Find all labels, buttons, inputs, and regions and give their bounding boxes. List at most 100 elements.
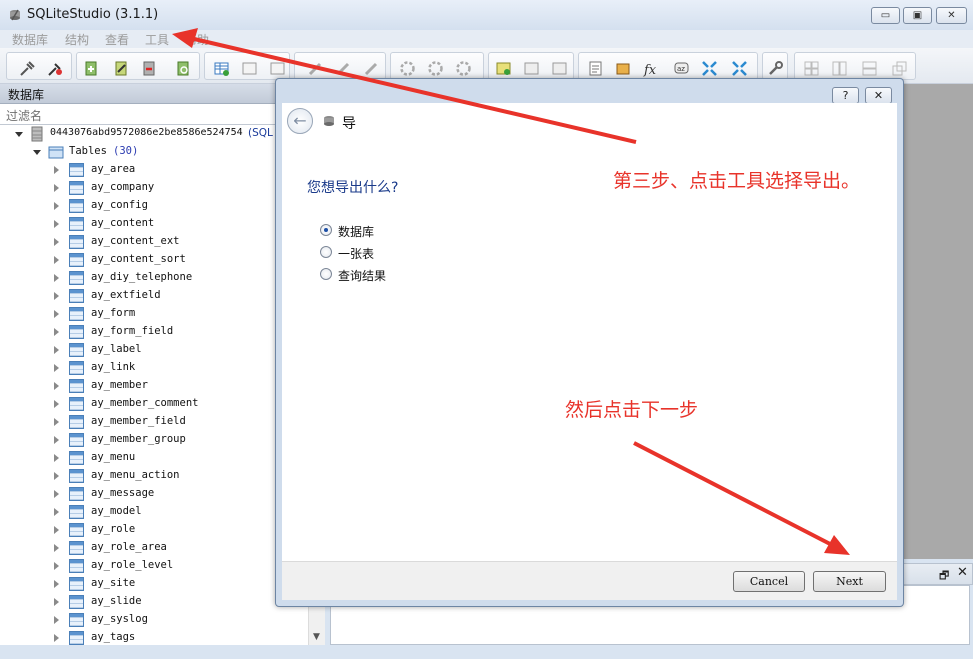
delete-view-icon[interactable] xyxy=(551,60,568,77)
collapse-arrow-icon[interactable] xyxy=(54,544,59,552)
table-row[interactable]: ay_form_field xyxy=(54,324,294,342)
table-row[interactable]: ay_slide xyxy=(54,594,294,612)
wrench-icon[interactable] xyxy=(767,60,784,77)
menu-database[interactable]: 数据库 xyxy=(12,31,48,48)
collapse-arrow-icon[interactable] xyxy=(54,454,59,462)
collapse-arrow-icon[interactable] xyxy=(54,526,59,534)
table-row[interactable]: ay_message xyxy=(54,486,294,504)
delete-table-icon[interactable] xyxy=(269,60,286,77)
open-sql-icon[interactable] xyxy=(615,60,632,77)
collations-icon[interactable]: az xyxy=(673,60,690,77)
edit-table-icon[interactable] xyxy=(241,60,258,77)
next-button[interactable]: Next xyxy=(813,571,886,592)
table-row[interactable]: ay_model xyxy=(54,504,294,522)
connect-db-icon[interactable] xyxy=(19,60,36,77)
table-row[interactable]: ay_member_comment xyxy=(54,396,294,414)
collapse-arrow-icon[interactable] xyxy=(54,616,59,624)
collapse-arrow-icon[interactable] xyxy=(54,418,59,426)
maximize-button[interactable]: ▣ xyxy=(903,7,932,24)
collapse-arrow-icon[interactable] xyxy=(54,436,59,444)
table-row[interactable]: ay_content xyxy=(54,216,294,234)
menu-tools[interactable]: 工具 xyxy=(145,31,169,48)
table-row[interactable]: ay_role_level xyxy=(54,558,294,576)
close-dock-icon[interactable]: ✕ xyxy=(957,565,968,580)
radio-button[interactable] xyxy=(320,224,332,236)
tree-tables-node[interactable]: Tables (30) xyxy=(33,144,293,162)
cascade-windows-icon[interactable] xyxy=(891,60,908,77)
filter-input[interactable]: 过滤名 xyxy=(0,104,280,125)
create-view-icon[interactable] xyxy=(495,60,512,77)
collapse-arrow-icon[interactable] xyxy=(54,292,59,300)
minimize-button[interactable]: ▭ xyxy=(871,7,900,24)
table-row[interactable]: ay_label xyxy=(54,342,294,360)
collapse-arrow-icon[interactable] xyxy=(54,580,59,588)
create-trigger-icon[interactable] xyxy=(399,60,416,77)
table-row[interactable]: ay_menu_action xyxy=(54,468,294,486)
table-row[interactable]: ay_company xyxy=(54,180,294,198)
table-row[interactable]: ay_menu xyxy=(54,450,294,468)
collapse-arrow-icon[interactable] xyxy=(54,472,59,480)
export-icon[interactable] xyxy=(731,60,748,77)
collapse-arrow-icon[interactable] xyxy=(54,382,59,390)
collapse-arrow-icon[interactable] xyxy=(54,328,59,336)
table-row[interactable]: ay_role_area xyxy=(54,540,294,558)
create-table-icon[interactable] xyxy=(213,60,230,77)
collapse-arrow-icon[interactable] xyxy=(54,184,59,192)
tile-windows-icon[interactable] xyxy=(803,60,820,77)
collapse-arrow-icon[interactable] xyxy=(54,562,59,570)
table-row[interactable]: ay_link xyxy=(54,360,294,378)
table-row[interactable]: ay_role xyxy=(54,522,294,540)
collapse-arrow-icon[interactable] xyxy=(54,400,59,408)
tile-vertical-icon[interactable] xyxy=(861,60,878,77)
collapse-arrow-icon[interactable] xyxy=(54,238,59,246)
disconnect-db-icon[interactable] xyxy=(47,60,64,77)
table-row[interactable]: ay_syslog xyxy=(54,612,294,630)
menu-view[interactable]: 查看 xyxy=(105,31,129,48)
collapse-arrow-icon[interactable] xyxy=(54,490,59,498)
delete-trigger-icon[interactable] xyxy=(455,60,472,77)
table-row[interactable]: ay_form xyxy=(54,306,294,324)
import-icon[interactable] xyxy=(701,60,718,77)
expand-arrow-icon[interactable] xyxy=(15,132,23,137)
table-row[interactable]: ay_diy_telephone xyxy=(54,270,294,288)
table-row[interactable]: ay_config xyxy=(54,198,294,216)
collapse-arrow-icon[interactable] xyxy=(54,634,59,642)
collapse-arrow-icon[interactable] xyxy=(54,310,59,318)
table-row[interactable]: ay_member xyxy=(54,378,294,396)
edit-db-icon[interactable] xyxy=(113,60,130,77)
edit-trigger-icon[interactable] xyxy=(427,60,444,77)
functions-icon[interactable]: fx xyxy=(643,60,660,77)
table-row[interactable]: ay_member_group xyxy=(54,432,294,450)
expand-arrow-icon[interactable] xyxy=(33,150,41,155)
dialog-close-button[interactable]: ✕ xyxy=(865,87,892,104)
table-row[interactable]: ay_content_sort xyxy=(54,252,294,270)
remove-db-icon[interactable] xyxy=(141,60,158,77)
collapse-arrow-icon[interactable] xyxy=(54,364,59,372)
menu-structure[interactable]: 结构 xyxy=(65,31,89,48)
table-row[interactable]: ay_member_field xyxy=(54,414,294,432)
collapse-arrow-icon[interactable] xyxy=(54,274,59,282)
menu-help[interactable]: 帮助 xyxy=(185,31,209,48)
scroll-down-arrow-icon[interactable]: ▼ xyxy=(313,632,320,642)
help-button[interactable]: ? xyxy=(832,87,859,104)
collapse-arrow-icon[interactable] xyxy=(54,220,59,228)
create-index-icon[interactable] xyxy=(307,60,324,77)
back-arrow-icon[interactable]: ← xyxy=(287,108,313,134)
edit-view-icon[interactable] xyxy=(523,60,540,77)
edit-index-icon[interactable] xyxy=(335,60,352,77)
tree-db-node[interactable]: 0443076abd9572086e2be8586e524754 (SQL xyxy=(15,126,315,144)
close-window-button[interactable]: ✕ xyxy=(936,7,967,24)
table-row[interactable]: ay_area xyxy=(54,162,294,180)
table-row[interactable]: ay_extfield xyxy=(54,288,294,306)
collapse-arrow-icon[interactable] xyxy=(54,202,59,210)
collapse-arrow-icon[interactable] xyxy=(54,508,59,516)
radio-button[interactable] xyxy=(320,246,332,258)
delete-index-icon[interactable] xyxy=(363,60,380,77)
cancel-button[interactable]: Cancel xyxy=(733,571,805,592)
refresh-db-icon[interactable] xyxy=(175,60,192,77)
collapse-arrow-icon[interactable] xyxy=(54,598,59,606)
tile-horizontal-icon[interactable] xyxy=(831,60,848,77)
collapse-arrow-icon[interactable] xyxy=(54,346,59,354)
table-row[interactable]: ay_content_ext xyxy=(54,234,294,252)
table-row[interactable]: ay_tags xyxy=(54,630,294,645)
